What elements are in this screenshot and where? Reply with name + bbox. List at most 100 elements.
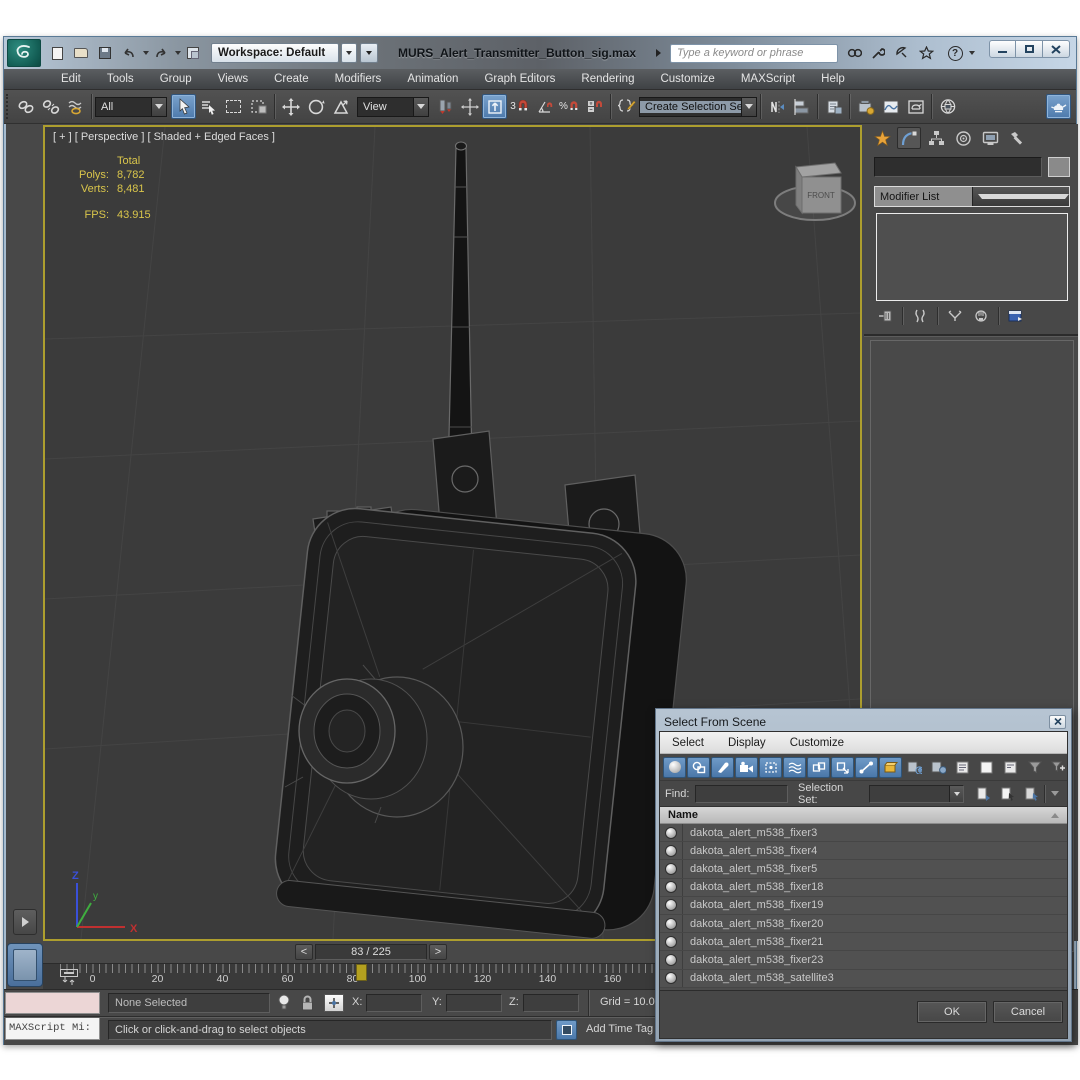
select-and-scale-icon[interactable]	[328, 94, 353, 119]
snaps-use-center-icon[interactable]	[457, 94, 482, 119]
scene-object-row[interactable]: dakota_alert_m538_satellite3	[660, 969, 1067, 988]
menu-item[interactable]: Views	[205, 69, 261, 89]
tab-hierarchy[interactable]	[924, 127, 948, 149]
add-time-tag-icon[interactable]	[556, 1020, 577, 1040]
search-input[interactable]: Type a keyword or phrase	[670, 43, 838, 63]
time-slider-ruler[interactable]: 0 20 40 60 80 100 120 140 160	[43, 963, 666, 989]
expand-selected-icon[interactable]	[999, 757, 1022, 778]
viewport-layout-tab[interactable]	[7, 943, 43, 987]
menu-item[interactable]: Tools	[94, 69, 147, 89]
scene-object-row[interactable]: dakota_alert_m538_fixer5	[660, 860, 1067, 879]
previous-frame-button[interactable]: <	[295, 944, 313, 960]
mirror-icon[interactable]	[764, 94, 789, 119]
display-helpers-icon[interactable]	[759, 756, 782, 778]
menu-item[interactable]: Graph Editors	[471, 69, 568, 89]
snap-toggle-3d-icon[interactable]: 3	[507, 94, 532, 119]
absolute-offset-mode-icon[interactable]	[324, 994, 344, 1012]
viewport-label[interactable]: [ + ] [ Perspective ] [ Shaded + Edged F…	[53, 131, 275, 143]
undo-dropdown-arrow[interactable]	[143, 51, 149, 55]
scene-object-row[interactable]: dakota_alert_m538_fixer4	[660, 842, 1067, 861]
display-frozen-objects-icon[interactable]	[903, 757, 926, 778]
add-time-tag-label[interactable]: Add Time Tag	[586, 1023, 653, 1035]
redo-button[interactable]	[150, 43, 172, 63]
select-objects-in-set-icon[interactable]	[996, 783, 1019, 804]
select-by-name-icon[interactable]	[196, 94, 221, 119]
modifier-stack[interactable]	[876, 213, 1068, 301]
reference-coordinate-dropdown[interactable]: View	[357, 96, 429, 117]
display-lights-icon[interactable]	[711, 756, 734, 778]
object-name-field[interactable]	[874, 157, 1042, 177]
display-groups-icon[interactable]	[807, 756, 830, 778]
toolbar-grip[interactable]	[6, 94, 11, 119]
scene-object-row[interactable]: dakota_alert_m538_fixer19	[660, 896, 1067, 915]
workspace-dropdown-arrow[interactable]	[341, 43, 357, 63]
modifier-list-dropdown[interactable]: Modifier List	[874, 186, 1070, 207]
redo-dropdown-arrow[interactable]	[175, 51, 181, 55]
align-icon[interactable]	[789, 94, 814, 119]
help-icon[interactable]: ?	[944, 43, 966, 63]
dialog-menu-item[interactable]: Display	[716, 737, 778, 749]
undo-button[interactable]	[118, 43, 140, 63]
bind-to-spacewarp-icon[interactable]	[63, 94, 88, 119]
selection-set-combo[interactable]	[868, 784, 965, 803]
dialog-menu-item[interactable]: Customize	[778, 737, 856, 749]
menu-item[interactable]: Create	[261, 69, 322, 89]
percent-snap-icon[interactable]: %	[557, 94, 582, 119]
close-button[interactable]	[1043, 40, 1070, 58]
list-column-header[interactable]: Name	[660, 807, 1067, 824]
menu-item[interactable]: Animation	[394, 69, 471, 89]
timeline-toggle-icon[interactable]	[56, 967, 82, 987]
display-containers-icon[interactable]	[879, 756, 902, 778]
menu-item[interactable]: MAXScript	[728, 69, 808, 89]
subscription-icon[interactable]	[891, 43, 913, 63]
object-color-swatch[interactable]	[1048, 157, 1070, 177]
maxscript-mini-listener-white[interactable]: MAXScript Mi:	[5, 1016, 100, 1040]
remove-modifier-icon[interactable]	[968, 306, 994, 326]
x-coordinate-field[interactable]	[366, 994, 422, 1012]
new-file-button[interactable]	[46, 43, 68, 63]
select-object-button[interactable]	[171, 94, 196, 119]
display-bones-icon[interactable]	[855, 756, 878, 778]
edit-named-selection-sets-icon[interactable]	[614, 94, 639, 119]
scene-object-row[interactable]: dakota_alert_m538_fixer3	[660, 824, 1067, 843]
ok-button[interactable]: OK	[917, 1001, 987, 1023]
frame-number-display[interactable]: 83 / 225	[315, 944, 427, 960]
configure-modifier-sets-icon[interactable]	[1003, 306, 1029, 326]
dialog-menu-item[interactable]: Select	[660, 737, 716, 749]
filter-combinations-icon[interactable]	[1047, 757, 1070, 778]
isolate-selection-lightbulb-icon[interactable]	[276, 993, 292, 1018]
help-dropdown-arrow[interactable]	[969, 51, 975, 55]
search-icon[interactable]	[843, 43, 865, 63]
find-input[interactable]	[695, 784, 788, 803]
edit-selection-set-icon[interactable]	[1020, 783, 1043, 804]
z-coordinate-field[interactable]	[523, 994, 579, 1012]
render-teapot-button[interactable]	[1046, 94, 1071, 119]
y-coordinate-field[interactable]	[446, 994, 502, 1012]
minimize-button[interactable]	[989, 40, 1016, 58]
named-selection-set-dropdown[interactable]: Create Selection Se	[639, 96, 757, 117]
open-file-button[interactable]	[70, 43, 92, 63]
make-unique-icon[interactable]	[942, 306, 968, 326]
search-expand-arrow[interactable]	[656, 46, 666, 60]
tab-modify[interactable]	[897, 127, 921, 149]
display-hidden-objects-icon[interactable]	[927, 757, 950, 778]
angle-snap-icon[interactable]	[532, 94, 557, 119]
dialog-close-button[interactable]	[1049, 714, 1066, 729]
cancel-button[interactable]: Cancel	[993, 1001, 1063, 1023]
viewport-tab-expand-button[interactable]	[13, 909, 37, 935]
workspace-dropdown[interactable]: Workspace: Default	[211, 43, 339, 63]
show-end-result-icon[interactable]	[907, 306, 933, 326]
workspace-menu-button[interactable]	[360, 43, 378, 63]
use-pivot-point-icon[interactable]	[432, 94, 457, 119]
selection-filter-dropdown[interactable]: All	[95, 96, 167, 117]
menu-item[interactable]: Help	[808, 69, 858, 89]
window-crossing-toggle-icon[interactable]	[246, 94, 271, 119]
tab-display[interactable]	[978, 127, 1002, 149]
project-folder-button[interactable]	[182, 43, 204, 63]
menu-item[interactable]: Rendering	[568, 69, 647, 89]
selection-lock-icon[interactable]	[300, 994, 315, 1017]
tab-motion[interactable]	[951, 127, 975, 149]
display-xrefs-icon[interactable]	[831, 756, 854, 778]
maxscript-mini-listener-pink[interactable]	[5, 992, 100, 1014]
favorites-star-icon[interactable]	[915, 43, 937, 63]
